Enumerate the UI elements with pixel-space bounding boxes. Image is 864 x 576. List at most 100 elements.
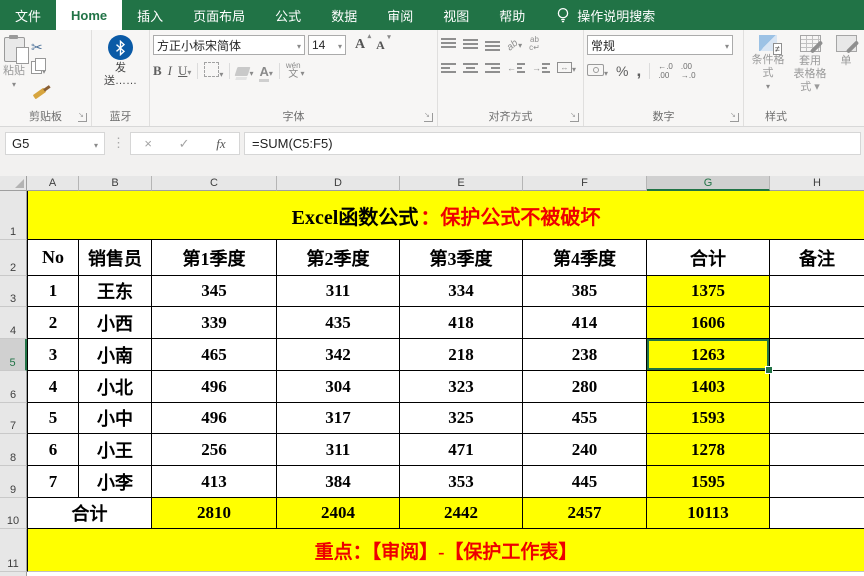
cell[interactable]: 小西 — [79, 307, 152, 339]
increase-decimal-button[interactable]: ←.0.00 — [658, 62, 673, 80]
cell[interactable]: 1403 — [647, 371, 770, 403]
cell[interactable]: 323 — [400, 371, 523, 403]
cell[interactable]: 339 — [152, 307, 277, 339]
tab-formulas[interactable]: 公式 — [260, 0, 316, 30]
cell[interactable]: 5 — [27, 403, 79, 434]
cell[interactable]: 王东 — [79, 276, 152, 307]
cell[interactable]: 418 — [400, 307, 523, 339]
cell[interactable]: 334 — [400, 276, 523, 307]
cell[interactable]: 496 — [152, 403, 277, 434]
cell[interactable]: 240 — [523, 434, 647, 466]
cell[interactable]: 385 — [523, 276, 647, 307]
row-header-1[interactable]: 1 — [0, 191, 27, 240]
cell[interactable]: 小王 — [79, 434, 152, 466]
cell[interactable] — [770, 339, 864, 371]
cell[interactable]: 2404 — [277, 498, 400, 529]
bluetooth-send-button[interactable]: 发 送…… — [104, 35, 137, 88]
cell[interactable]: 465 — [152, 339, 277, 371]
align-top-button[interactable] — [441, 37, 456, 51]
cell[interactable]: 小中 — [79, 403, 152, 434]
selected-cell[interactable]: 1263 — [647, 339, 773, 374]
cell[interactable]: 435 — [277, 307, 400, 339]
cell[interactable]: 2810 — [152, 498, 277, 529]
cell[interactable]: 4 — [27, 371, 79, 403]
font-size-select[interactable]: 14 — [308, 35, 346, 55]
name-box[interactable]: G5 — [5, 132, 105, 155]
fill-color-button[interactable] — [234, 64, 253, 79]
cell[interactable]: 311 — [277, 276, 400, 307]
decrease-indent-button[interactable]: ← — [507, 61, 525, 74]
cell[interactable]: 342 — [277, 339, 400, 371]
bold-button[interactable]: B — [153, 63, 162, 79]
tab-review[interactable]: 审阅 — [372, 0, 428, 30]
cell[interactable]: 414 — [523, 307, 647, 339]
align-center-button[interactable] — [463, 61, 478, 74]
row-header-2[interactable]: 2 — [0, 240, 27, 276]
column-header-c[interactable]: C — [152, 176, 277, 191]
tab-help[interactable]: 帮助 — [484, 0, 540, 30]
cancel-button[interactable]: × — [144, 136, 152, 151]
increase-indent-button[interactable]: → — [532, 61, 550, 74]
tab-page-layout[interactable]: 页面布局 — [178, 0, 260, 30]
row-header-9[interactable]: 9 — [0, 466, 27, 498]
cell[interactable]: 2442 — [400, 498, 523, 529]
cell[interactable]: 317 — [277, 403, 400, 434]
tab-view[interactable]: 视图 — [428, 0, 484, 30]
shrink-font-button[interactable]: A — [376, 33, 390, 53]
comma-style-button[interactable]: , — [636, 62, 641, 79]
row-header-4[interactable]: 4 — [0, 307, 27, 339]
column-header-a[interactable]: A — [27, 176, 79, 191]
cell[interactable]: 销售员 — [79, 240, 152, 276]
cell[interactable] — [770, 371, 864, 403]
font-name-select[interactable]: 方正小标宋简体 — [153, 35, 305, 55]
font-color-button[interactable]: A — [259, 63, 273, 82]
insert-function-button[interactable]: fx — [216, 136, 225, 152]
number-format-select[interactable]: 常规 — [587, 35, 733, 55]
formula-input[interactable]: =SUM(C5:F5) — [244, 132, 861, 155]
cell[interactable]: 2457 — [523, 498, 647, 529]
title-cell[interactable]: Excel函数公式 ：保护公式不被破坏 — [27, 191, 864, 240]
cell[interactable]: 280 — [523, 371, 647, 403]
cell[interactable]: 1595 — [647, 466, 770, 498]
decrease-decimal-button[interactable]: .00 →.0 — [681, 62, 696, 80]
row-header-12[interactable] — [0, 572, 27, 576]
align-bottom-button[interactable] — [485, 38, 500, 51]
cell[interactable] — [770, 466, 864, 498]
align-right-button[interactable] — [485, 61, 500, 74]
row-header-6[interactable]: 6 — [0, 371, 27, 403]
cell[interactable]: 1593 — [647, 403, 770, 434]
footer-note-cell[interactable]: 重点：【审阅】-【保护工作表】 — [27, 529, 864, 572]
cell[interactable]: 218 — [400, 339, 523, 371]
cell[interactable]: 311 — [277, 434, 400, 466]
format-painter-button[interactable] — [31, 83, 47, 101]
number-dialog-launcher[interactable] — [730, 113, 739, 122]
cell[interactable]: 3 — [27, 339, 79, 371]
paste-button[interactable]: 粘贴 — [3, 35, 29, 101]
conditional-formatting-button[interactable]: 条件格式 — [747, 35, 789, 93]
align-left-button[interactable] — [441, 61, 456, 74]
cell[interactable] — [770, 307, 864, 339]
cell[interactable]: 238 — [523, 339, 647, 371]
tell-me-search[interactable]: 操作说明搜索 — [556, 0, 655, 30]
column-header-b[interactable]: B — [79, 176, 152, 191]
cell[interactable]: 445 — [523, 466, 647, 498]
cell[interactable]: 1606 — [647, 307, 770, 339]
cell[interactable]: 471 — [400, 434, 523, 466]
cell[interactable]: 345 — [152, 276, 277, 307]
accounting-format-button[interactable] — [587, 63, 608, 79]
tab-insert[interactable]: 插入 — [122, 0, 178, 30]
column-header-g[interactable]: G — [647, 176, 770, 191]
format-as-table-button[interactable]: 套用 表格格式 ▾ — [789, 35, 831, 94]
row-header-10[interactable]: 10 — [0, 498, 27, 529]
cell[interactable]: 6 — [27, 434, 79, 466]
cell[interactable]: 小南 — [79, 339, 152, 371]
cell[interactable]: 256 — [152, 434, 277, 466]
cell[interactable]: 1278 — [647, 434, 770, 466]
enter-button[interactable]: ✓ — [179, 136, 190, 152]
phonetic-button[interactable]: wén 文 — [286, 62, 305, 80]
orientation-button[interactable]: ab — [505, 35, 522, 53]
borders-button[interactable] — [204, 62, 223, 80]
alignment-dialog-launcher[interactable] — [570, 113, 579, 122]
cell[interactable] — [770, 434, 864, 466]
column-header-e[interactable]: E — [400, 176, 523, 191]
